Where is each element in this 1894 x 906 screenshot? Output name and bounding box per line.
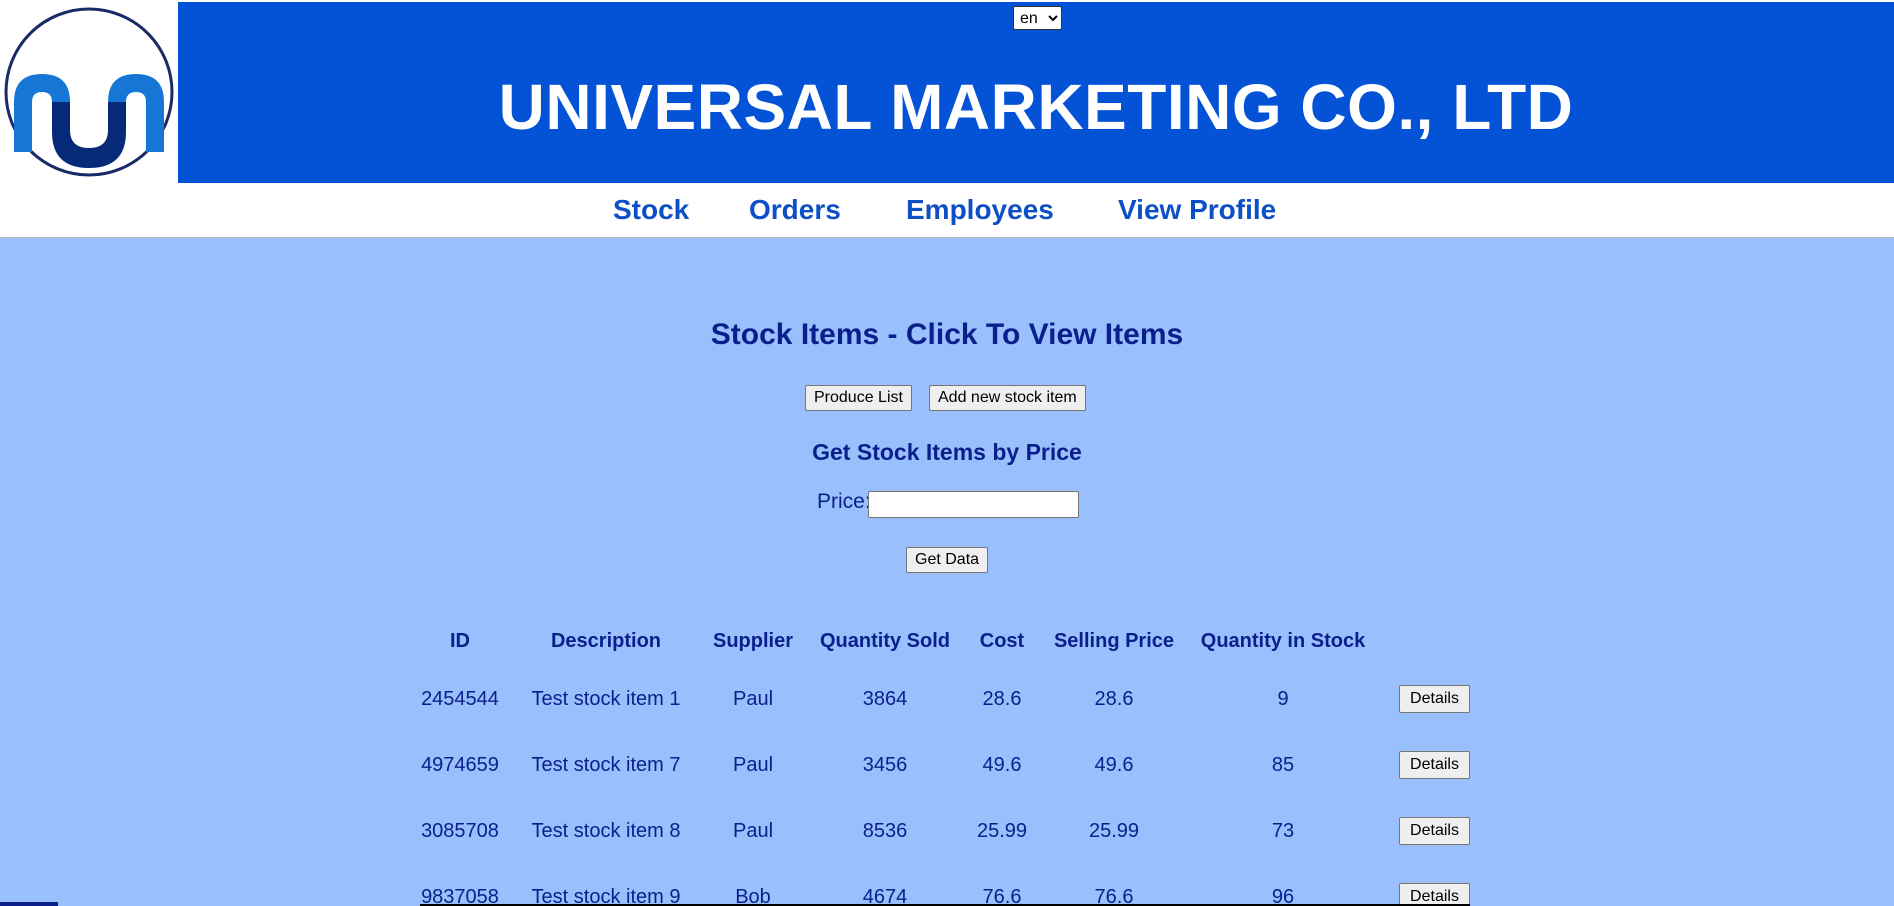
bottom-divider: [0, 902, 58, 906]
cell-id: 3085708: [421, 820, 499, 842]
details-button[interactable]: Details: [1399, 685, 1470, 713]
cell-id: 9837058: [421, 886, 499, 906]
logo[interactable]: [0, 2, 178, 183]
column-header-id: ID: [450, 630, 470, 652]
column-header-description: Description: [550, 630, 662, 652]
column-header-cost: Cost: [979, 630, 1025, 652]
cell-cost: 49.6: [982, 754, 1022, 776]
details-button[interactable]: Details: [1399, 883, 1470, 906]
column-header-supplier: Supplier: [712, 630, 794, 652]
cell-description: Test stock item 8: [531, 820, 681, 842]
cell-quantity-sold: 8536: [862, 820, 908, 842]
produce-list-button[interactable]: Produce List: [805, 385, 912, 411]
price-label: Price:: [817, 490, 871, 513]
cell-description: Test stock item 7: [531, 754, 681, 776]
cell-quantity-in-stock: 96: [1271, 886, 1295, 906]
details-button[interactable]: Details: [1399, 817, 1470, 845]
details-button[interactable]: Details: [1399, 751, 1470, 779]
cell-quantity-in-stock: 73: [1271, 820, 1295, 842]
main-nav: Stock Orders Employees View Profile: [0, 183, 1894, 238]
nav-item-employees[interactable]: Employees: [906, 193, 1054, 227]
cell-quantity-sold: 3456: [862, 754, 908, 776]
company-title: UNIVERSAL MARKETING CO., LTD: [498, 71, 1574, 143]
cell-cost: 25.99: [976, 820, 1028, 842]
cell-id: 4974659: [421, 754, 499, 776]
cell-quantity-in-stock: 9: [1277, 688, 1289, 710]
page-title: Stock Items - Click To View Items: [710, 318, 1184, 351]
cell-supplier: Bob: [735, 886, 771, 906]
main-content: Stock Items - Click To View Items Produc…: [0, 238, 1894, 906]
nav-item-orders[interactable]: Orders: [749, 193, 841, 227]
cell-quantity-sold: 3864: [862, 688, 908, 710]
company-logo-icon: [4, 7, 174, 177]
cell-quantity-in-stock: 85: [1271, 754, 1295, 776]
cell-cost: 28.6: [982, 688, 1022, 710]
price-section-title: Get Stock Items by Price: [812, 439, 1082, 465]
nav-item-stock[interactable]: Stock: [613, 193, 689, 227]
cell-supplier: Paul: [732, 754, 774, 776]
cell-selling-price: 25.99: [1088, 820, 1140, 842]
column-header-selling-price: Selling Price: [1053, 630, 1175, 652]
cell-quantity-sold: 4674: [862, 886, 908, 906]
cell-supplier: Paul: [732, 820, 774, 842]
nav-item-view-profile[interactable]: View Profile: [1118, 193, 1276, 227]
price-input[interactable]: [868, 491, 1079, 518]
cell-description: Test stock item 1: [531, 688, 681, 710]
cell-supplier: Paul: [732, 688, 774, 710]
cell-id: 2454544: [421, 688, 499, 710]
column-header-quantity-in-stock: Quantity in Stock: [1200, 630, 1366, 652]
cell-selling-price: 76.6: [1094, 886, 1134, 906]
add-stock-item-button[interactable]: Add new stock item: [929, 385, 1086, 411]
cell-selling-price: 28.6: [1094, 688, 1134, 710]
cell-cost: 76.6: [982, 886, 1022, 906]
cell-description: Test stock item 9: [531, 886, 681, 906]
cell-selling-price: 49.6: [1094, 754, 1134, 776]
page: en UNIVERSAL MARKETING CO., LTD Stock Or…: [0, 0, 1894, 906]
language-select[interactable]: en: [1013, 6, 1062, 30]
header-banner: en UNIVERSAL MARKETING CO., LTD: [0, 2, 1894, 183]
get-data-button[interactable]: Get Data: [906, 547, 989, 573]
column-header-quantity-sold: Quantity Sold: [820, 630, 950, 652]
